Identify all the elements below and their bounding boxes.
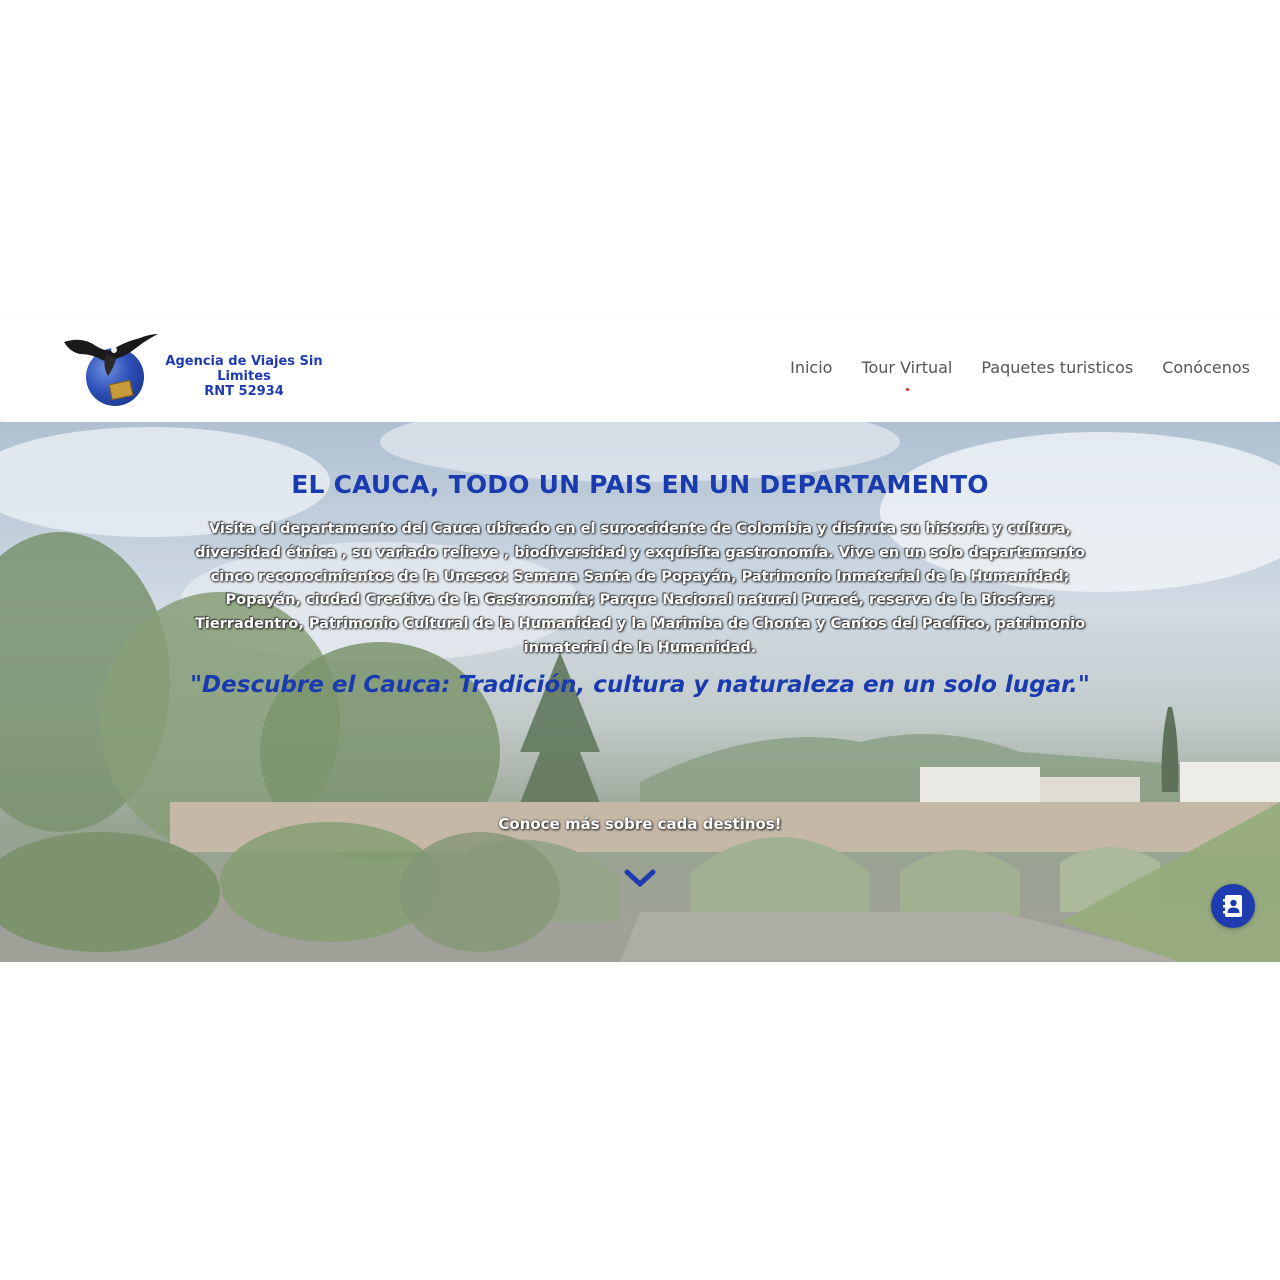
logo[interactable]: Agencia de Viajes Sin Limites RNT 52934: [62, 332, 352, 408]
logo-text: Agencia de Viajes Sin Limites RNT 52934: [144, 354, 344, 399]
contact-book-icon: [1223, 895, 1242, 917]
nav-item-conocenos[interactable]: Conócenos: [1162, 358, 1250, 377]
main-nav: Inicio Tour Virtual Paquetes turisticos …: [790, 358, 1250, 391]
page: Agencia de Viajes Sin Limites RNT 52934 …: [0, 0, 1280, 1280]
hero-quote: "Descubre el Cauca: Tradición, cultura y…: [190, 672, 1090, 698]
hero-description: Visita el departamento del Cauca ubicado…: [194, 521, 1086, 656]
destinations-link-text[interactable]: Conoce más sobre cada destinos!: [0, 815, 1280, 833]
nav-item-inicio[interactable]: Inicio: [790, 358, 832, 377]
contact-button[interactable]: [1211, 884, 1255, 928]
site-header: Agencia de Viajes Sin Limites RNT 52934 …: [0, 318, 1280, 422]
brand-name: Agencia de Viajes Sin Limites: [165, 354, 323, 384]
nav-item-tour-virtual[interactable]: Tour Virtual: [861, 358, 952, 391]
hero-section: EL CAUCA, TODO UN PAIS EN UN DEPARTAMENT…: [0, 422, 1280, 962]
hero-title: EL CAUCA, TODO UN PAIS EN UN DEPARTAMENT…: [291, 470, 989, 499]
brand-rnt: RNT 52934: [204, 384, 284, 399]
nav-item-paquetes-turisticos[interactable]: Paquetes turisticos: [981, 358, 1133, 377]
chevron-down-icon[interactable]: [624, 868, 656, 890]
